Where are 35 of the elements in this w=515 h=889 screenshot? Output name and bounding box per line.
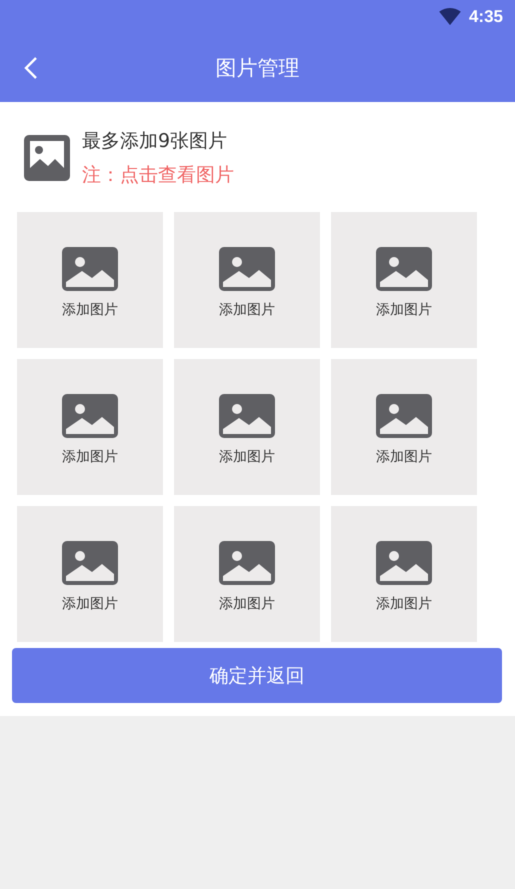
image-icon [219, 541, 275, 585]
add-image-tile[interactable]: 添加图片 [174, 212, 320, 348]
add-image-tile[interactable]: 添加图片 [17, 506, 163, 642]
image-icon [376, 247, 432, 291]
note-text: 注：点击查看图片 [82, 163, 234, 188]
image-icon [219, 247, 275, 291]
tile-label: 添加图片 [219, 595, 275, 613]
tile-label: 添加图片 [376, 301, 432, 319]
image-icon [376, 394, 432, 438]
tile-label: 添加图片 [376, 595, 432, 613]
add-image-tile[interactable]: 添加图片 [331, 359, 477, 495]
tile-label: 添加图片 [62, 301, 118, 319]
tile-label: 添加图片 [376, 448, 432, 466]
add-image-tile[interactable]: 添加图片 [331, 506, 477, 642]
image-icon [62, 541, 118, 585]
image-icon [62, 247, 118, 291]
add-image-tile[interactable]: 添加图片 [174, 506, 320, 642]
tile-label: 添加图片 [62, 595, 118, 613]
back-icon[interactable] [24, 56, 38, 80]
confirm-button[interactable]: 确定并返回 [12, 648, 502, 703]
status-time: 4:35 [468, 7, 503, 27]
image-icon [24, 135, 70, 181]
add-image-tile[interactable]: 添加图片 [17, 359, 163, 495]
add-image-tile[interactable]: 添加图片 [174, 359, 320, 495]
add-image-tile[interactable]: 添加图片 [17, 212, 163, 348]
tile-label: 添加图片 [62, 448, 118, 466]
add-image-tile[interactable]: 添加图片 [331, 212, 477, 348]
page-title: 图片管理 [216, 55, 300, 82]
limit-text: 最多添加9张图片 [82, 129, 228, 154]
image-icon [62, 394, 118, 438]
tile-label: 添加图片 [219, 301, 275, 319]
tile-label: 添加图片 [219, 448, 275, 466]
image-icon [376, 541, 432, 585]
wifi-icon [438, 8, 461, 26]
image-icon [219, 394, 275, 438]
